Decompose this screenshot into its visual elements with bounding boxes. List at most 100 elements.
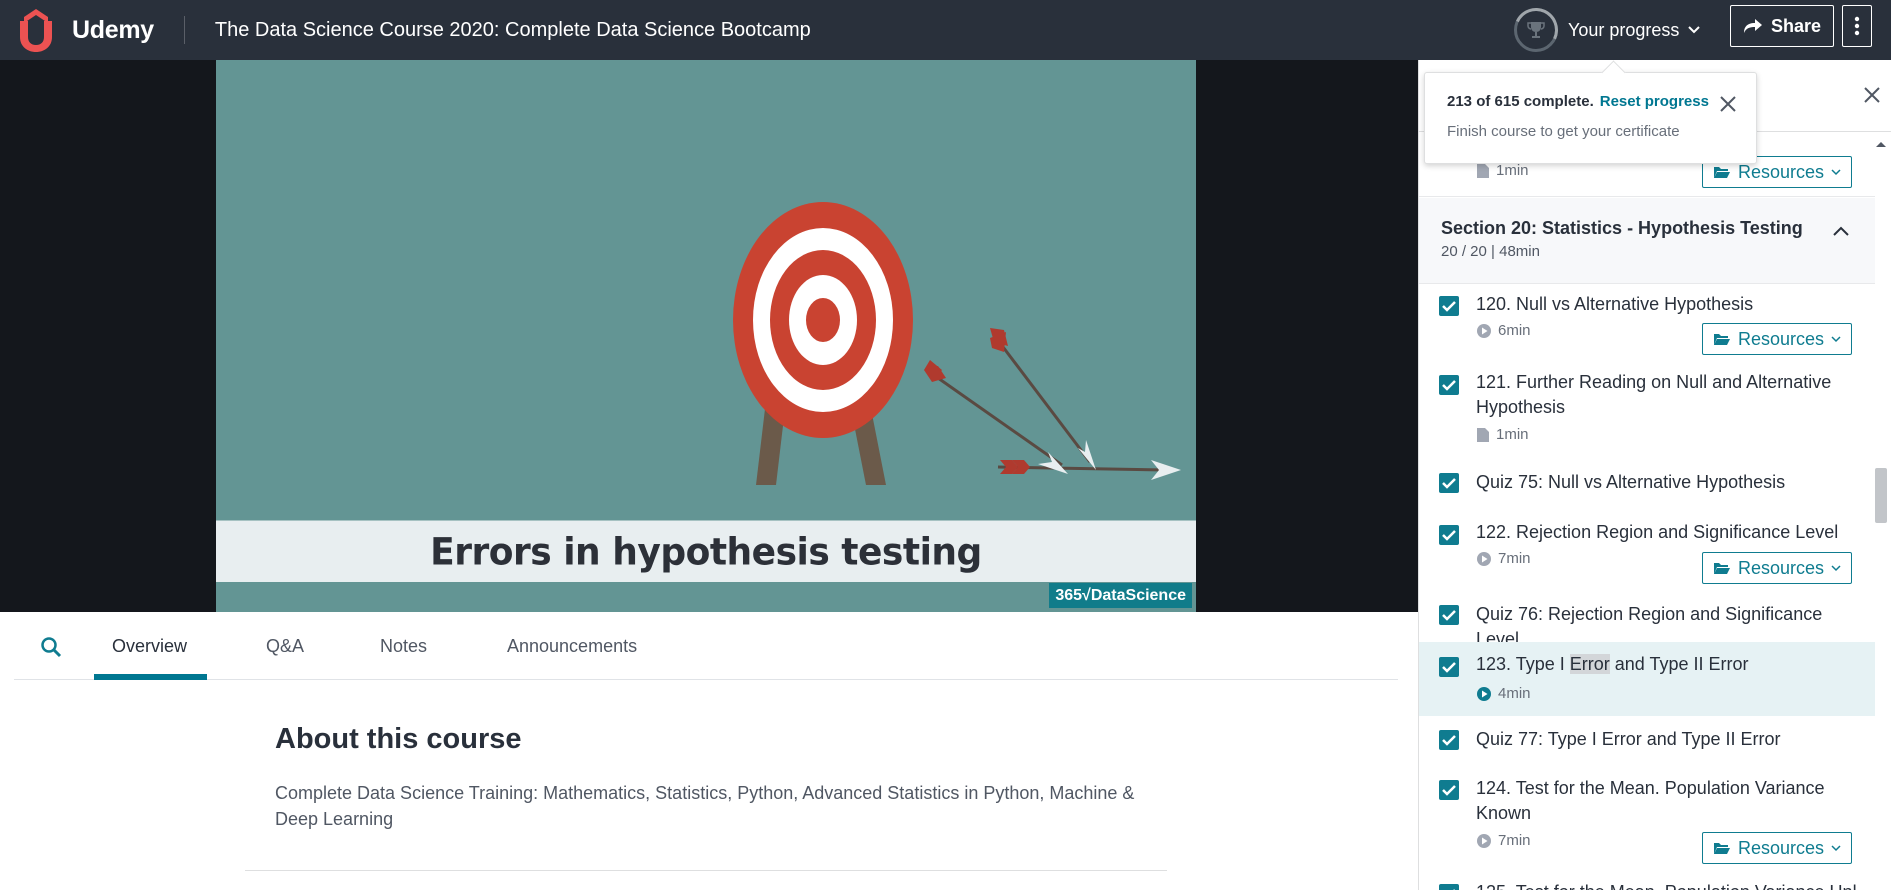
- check-icon: [1442, 478, 1456, 489]
- completed-checkbox[interactable]: [1439, 605, 1459, 625]
- check-icon: [1442, 380, 1456, 391]
- chevron-down-icon: [1831, 169, 1841, 176]
- progress-complete-text: 213 of 615 complete. Reset progress: [1447, 93, 1709, 110]
- document-icon: [1477, 427, 1489, 442]
- tab-qa[interactable]: Q&A: [266, 636, 304, 657]
- divider: [1419, 196, 1875, 197]
- header-divider: [183, 16, 185, 44]
- lecture-meta: 7min: [1476, 832, 1531, 849]
- chevron-down-icon: [1831, 845, 1841, 852]
- completed-checkbox[interactable]: [1439, 730, 1459, 750]
- play-circle-icon: [1477, 686, 1491, 701]
- check-icon: [1442, 785, 1456, 796]
- lecture-meta: 1min: [1476, 426, 1529, 443]
- udemy-logo[interactable]: Udemy: [14, 0, 154, 60]
- quiz-item[interactable]: Quiz 77: Type I Error and Type II Error: [1419, 716, 1875, 766]
- lecture-item-current[interactable]: 123. Type I Error and Type II Error 4min: [1419, 642, 1875, 716]
- progress-popover: 213 of 615 complete. Reset progress Finis…: [1424, 72, 1757, 164]
- trophy-icon: [1527, 22, 1545, 38]
- udemy-u-icon: [20, 9, 52, 52]
- tab-notes[interactable]: Notes: [380, 636, 427, 657]
- lecture-item[interactable]: 124. Test for the Mean. Population Varia…: [1419, 766, 1875, 870]
- more-options-button[interactable]: [1842, 5, 1872, 47]
- check-icon: [1442, 735, 1456, 746]
- video-player[interactable]: Errors in hypothesis testing 365√DataSci…: [216, 60, 1196, 612]
- chevron-down-icon: [1831, 336, 1841, 343]
- completed-checkbox[interactable]: [1439, 780, 1459, 800]
- top-header: Udemy The Data Science Course 2020: Comp…: [0, 0, 1891, 60]
- lecture-item[interactable]: 125. Test for the Mean. Population Varia…: [1419, 870, 1875, 890]
- document-icon: [1477, 163, 1489, 178]
- completed-checkbox[interactable]: [1439, 657, 1459, 677]
- lecture-meta: 7min: [1476, 550, 1531, 567]
- quiz-title: Quiz 77: Type I Error and Type II Error: [1476, 729, 1781, 749]
- lecture-meta: 4min: [1476, 685, 1531, 702]
- lecture-title: 125. Test for the Mean. Population Varia…: [1476, 880, 1856, 890]
- resources-button[interactable]: Resources: [1702, 552, 1852, 584]
- completed-checkbox[interactable]: [1439, 884, 1459, 890]
- check-icon: [1442, 301, 1456, 312]
- course-tabs: Overview Q&A Notes Announcements: [14, 612, 1398, 680]
- lecture-item[interactable]: 121. Further Reading on Null and Alterna…: [1419, 358, 1875, 458]
- completed-checkbox[interactable]: [1439, 296, 1459, 316]
- lecture-meta: 6min: [1476, 322, 1531, 339]
- tab-announcements[interactable]: Announcements: [507, 636, 637, 657]
- lecture-title: 120. Null vs Alternative Hypothesis: [1476, 294, 1754, 314]
- progress-label: Your progress: [1568, 19, 1680, 40]
- share-label: Share: [1770, 15, 1822, 36]
- lecture-title: 123. Type I Error and Type II Error: [1476, 654, 1749, 674]
- search-highlight: Error: [1569, 654, 1610, 674]
- scroll-up-arrow-icon[interactable]: [1875, 140, 1887, 148]
- chevron-down-icon: [1831, 565, 1841, 572]
- section-title: Section 20: Statistics - Hypothesis Test…: [1441, 218, 1803, 238]
- lecture-title: 122. Rejection Region and Significance L…: [1476, 522, 1839, 542]
- share-arrow-icon: [1743, 19, 1762, 33]
- folder-open-icon: [1713, 843, 1730, 854]
- check-icon: [1442, 530, 1456, 541]
- video-title-caption: Errors in hypothesis testing: [216, 520, 1196, 584]
- brand-watermark: 365√DataScience: [1049, 583, 1192, 608]
- about-description: Complete Data Science Training: Mathemat…: [275, 783, 1135, 829]
- share-button[interactable]: Share: [1730, 5, 1834, 47]
- course-title[interactable]: The Data Science Course 2020: Complete D…: [215, 19, 811, 42]
- chevron-up-icon[interactable]: [1832, 222, 1850, 240]
- folder-open-icon: [1713, 563, 1730, 574]
- section-meta: 20 / 20 | 48min: [1441, 243, 1540, 260]
- completed-checkbox[interactable]: [1439, 525, 1459, 545]
- resources-button[interactable]: Resources: [1702, 323, 1852, 355]
- play-circle-icon: [1477, 323, 1491, 338]
- resources-button[interactable]: Resources: [1702, 832, 1852, 864]
- reset-progress-link[interactable]: Reset progress: [1600, 93, 1709, 110]
- scrollbar-thumb[interactable]: [1875, 468, 1887, 523]
- quiz-item[interactable]: Quiz 76: Rejection Region and Significan…: [1419, 588, 1875, 649]
- completed-checkbox[interactable]: [1439, 375, 1459, 395]
- check-icon: [1442, 610, 1456, 621]
- close-icon[interactable]: [1719, 95, 1737, 113]
- search-icon[interactable]: [40, 636, 62, 658]
- chevron-down-icon: [1688, 26, 1701, 34]
- divider: [245, 870, 1167, 871]
- progress-subtext: Finish course to get your certificate: [1447, 123, 1680, 140]
- section-header[interactable]: Section 20: Statistics - Hypothesis Test…: [1419, 198, 1875, 284]
- your-progress-button[interactable]: Your progress: [1514, 4, 1701, 56]
- lecture-title: 124. Test for the Mean. Population Varia…: [1476, 778, 1825, 823]
- lecture-title: 121. Further Reading on Null and Alterna…: [1476, 372, 1832, 417]
- lecture-item[interactable]: 120. Null vs Alternative Hypothesis 6min…: [1419, 284, 1875, 358]
- lecture-item[interactable]: 122. Rejection Region and Significance L…: [1419, 508, 1875, 588]
- check-icon: [1442, 662, 1456, 673]
- target-illustration: [733, 202, 1181, 485]
- play-circle-icon: [1477, 833, 1491, 848]
- progress-ring: [1514, 8, 1558, 52]
- course-content-sidebar: 1min Resources Section 20: Statistics - …: [1418, 60, 1891, 890]
- quiz-item[interactable]: Quiz 75: Null vs Alternative Hypothesis: [1419, 458, 1875, 508]
- play-circle-icon: [1477, 551, 1491, 566]
- about-title: About this course: [275, 723, 522, 755]
- close-icon[interactable]: [1863, 86, 1881, 104]
- tab-overview[interactable]: Overview: [112, 636, 187, 657]
- completed-checkbox[interactable]: [1439, 473, 1459, 493]
- active-tab-indicator: [94, 674, 207, 680]
- kebab-icon: [1854, 16, 1860, 36]
- quiz-title: Quiz 75: Null vs Alternative Hypothesis: [1476, 472, 1786, 492]
- folder-open-icon: [1713, 334, 1730, 345]
- logo-text: Udemy: [72, 15, 154, 44]
